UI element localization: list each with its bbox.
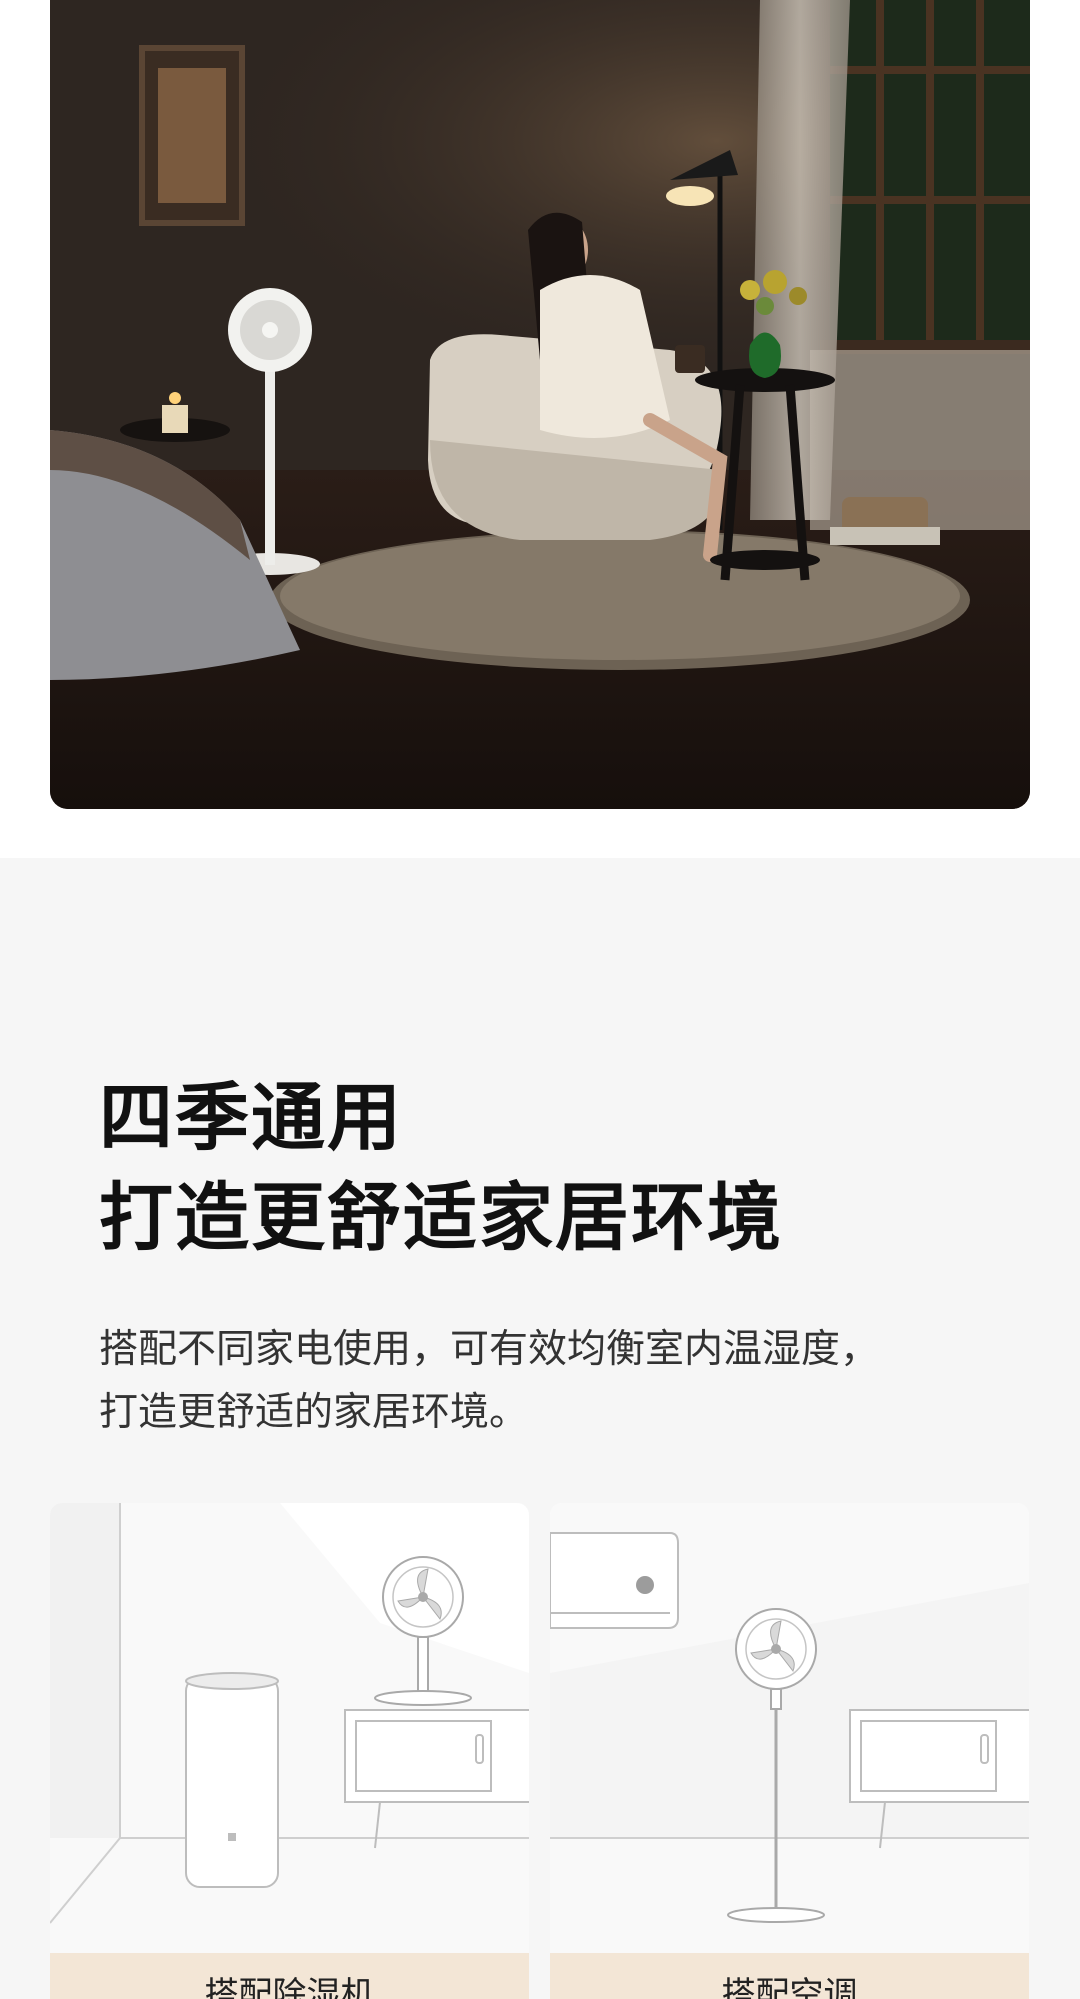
headline-line-1: 四季通用 bbox=[99, 1075, 403, 1161]
headline-line-2: 打造更舒适家居环境 bbox=[99, 1175, 783, 1261]
section-headline: 四季通用 打造更舒适家居环境 bbox=[99, 1068, 783, 1268]
hero-photo bbox=[50, 0, 1030, 809]
card-label-air-conditioner: 搭配空调 bbox=[550, 1953, 1029, 1999]
air-conditioner-icon bbox=[550, 1532, 679, 1629]
section-description: 搭配不同家电使用，可有效均衡室内温湿度， 打造更舒适的家居环境。 bbox=[99, 1318, 999, 1444]
dehumidifier-icon bbox=[185, 1672, 279, 1888]
dehumidifier-scene-illustration bbox=[50, 1503, 529, 1953]
feature-section: 四季通用 打造更舒适家居环境 搭配不同家电使用，可有效均衡室内温湿度， 打造更舒… bbox=[0, 858, 1080, 1999]
description-line-1: 搭配不同家电使用，可有效均衡室内温湿度， bbox=[99, 1327, 880, 1372]
card-air-conditioner[interactable]: 搭配空调 bbox=[550, 1503, 1029, 1999]
card-dehumidifier[interactable]: 搭配除湿机 bbox=[50, 1503, 529, 1999]
air-conditioner-scene-illustration bbox=[550, 1503, 1029, 1953]
card-label-dehumidifier: 搭配除湿机 bbox=[50, 1953, 529, 1999]
living-room-illustration bbox=[50, 0, 1030, 809]
description-line-2: 打造更舒适的家居环境。 bbox=[99, 1390, 529, 1435]
